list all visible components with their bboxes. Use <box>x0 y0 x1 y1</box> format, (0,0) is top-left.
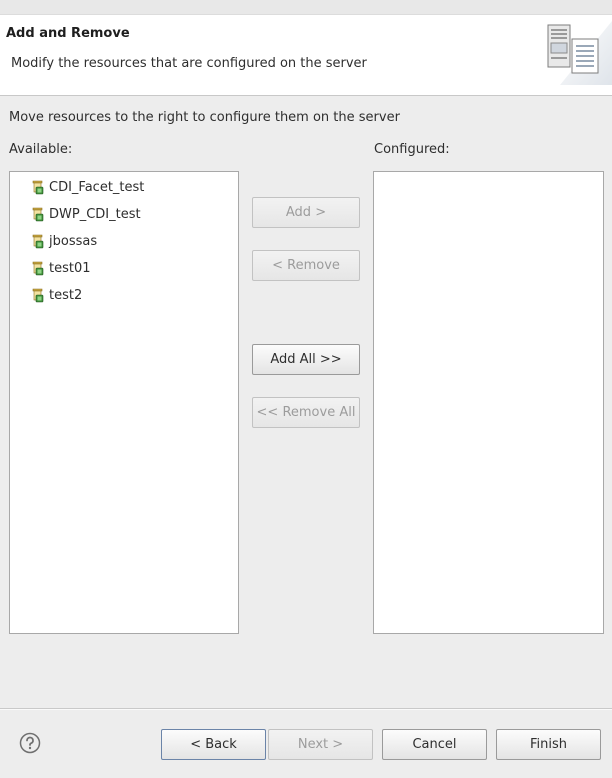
remove-all-button[interactable]: << Remove All <box>252 397 360 428</box>
instruction-text: Move resources to the right to configure… <box>9 110 400 125</box>
list-item-label: CDI_Facet_test <box>49 179 145 195</box>
list-item[interactable]: CDI_Facet_test <box>30 177 144 197</box>
project-icon <box>32 261 44 276</box>
list-item-label: DWP_CDI_test <box>49 206 141 222</box>
list-item[interactable]: jbossas <box>30 231 97 251</box>
list-item[interactable]: DWP_CDI_test <box>30 204 141 224</box>
project-icon <box>32 288 44 303</box>
cancel-button[interactable]: Cancel <box>382 729 487 760</box>
server-wizard-icon <box>547 21 612 85</box>
list-item-label: test2 <box>49 287 83 303</box>
list-item-label: test01 <box>49 260 91 276</box>
help-icon[interactable] <box>19 732 41 754</box>
banner-description: Modify the resources that are configured… <box>11 56 367 71</box>
configured-list[interactable] <box>373 171 604 634</box>
available-label: Available: <box>9 142 73 157</box>
list-item-label: jbossas <box>49 233 98 249</box>
banner-title: Add and Remove <box>6 26 130 41</box>
back-button[interactable]: < Back <box>161 729 266 760</box>
add-button[interactable]: Add > <box>252 197 360 228</box>
list-item[interactable]: test01 <box>30 258 91 278</box>
add-all-button[interactable]: Add All >> <box>252 344 360 375</box>
wizard-banner: Add and Remove Modify the resources that… <box>0 15 612 96</box>
available-list[interactable]: CDI_Facet_test DWP_CDI_test jbossas test… <box>9 171 239 634</box>
project-icon <box>32 180 44 195</box>
list-item[interactable]: test2 <box>30 285 82 305</box>
title-strip <box>0 0 612 15</box>
project-icon <box>32 234 44 249</box>
finish-button[interactable]: Finish <box>496 729 601 760</box>
project-icon <box>32 207 44 222</box>
configured-label: Configured: <box>374 142 450 157</box>
next-button[interactable]: Next > <box>268 729 373 760</box>
remove-button[interactable]: < Remove <box>252 250 360 281</box>
footer-separator <box>0 708 612 710</box>
